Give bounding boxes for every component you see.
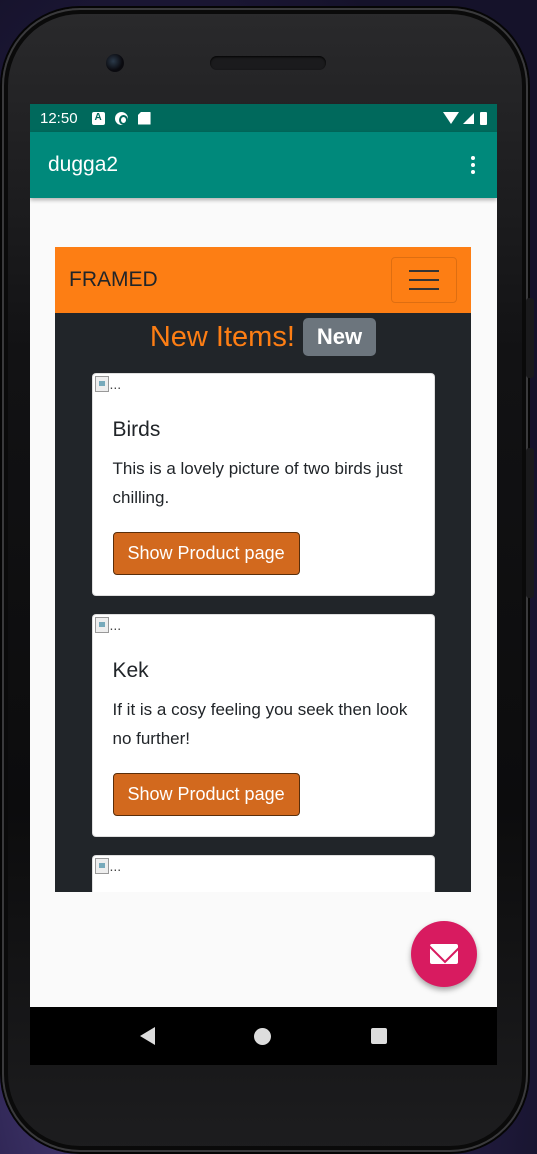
image-alt-text: ... <box>109 617 122 633</box>
show-product-button[interactable]: Show Product page <box>112 773 300 816</box>
overflow-menu-icon[interactable] <box>467 152 479 178</box>
power-button <box>526 298 534 378</box>
broken-image-icon <box>94 376 109 392</box>
signal-icon <box>463 112 474 124</box>
earpiece-speaker <box>210 56 326 70</box>
screen: 12:50 dugga2 FRAMED New Items! New <box>30 104 497 1007</box>
app-bar: dugga2 <box>30 132 497 198</box>
status-bar: 12:50 <box>30 104 497 132</box>
heading-row: New Items! New <box>55 315 471 359</box>
a-notification-icon <box>91 111 105 125</box>
wifi-icon <box>443 112 459 124</box>
card-text: If it is a cosy feeling you seek then lo… <box>112 700 408 748</box>
product-card: ... <box>91 855 435 892</box>
front-camera <box>106 54 124 72</box>
battery-icon <box>480 111 487 125</box>
broken-image: ... <box>93 856 434 880</box>
recents-icon[interactable] <box>371 1028 388 1044</box>
p-notification-icon <box>114 111 128 125</box>
mail-icon <box>430 944 458 964</box>
broken-image-icon <box>94 617 109 633</box>
broken-image: ... <box>93 374 434 398</box>
product-card: ... Kek If it is a cosy feeling you seek… <box>91 614 435 837</box>
app-title: dugga2 <box>48 153 119 176</box>
page-heading: New Items! <box>149 320 295 353</box>
card-text: This is a lovely picture of two birds ju… <box>112 459 403 507</box>
card-title: Birds <box>112 418 161 441</box>
webview[interactable]: FRAMED New Items! New ... Birds This is … <box>55 247 471 892</box>
home-icon[interactable] <box>254 1027 272 1045</box>
hamburger-menu-icon[interactable] <box>391 257 457 303</box>
show-product-button[interactable]: Show Product page <box>112 532 300 575</box>
site-brand[interactable]: FRAMED <box>69 268 158 292</box>
new-badge: New <box>302 318 377 356</box>
image-alt-text: ... <box>109 858 122 874</box>
card-title: Kek <box>112 659 149 682</box>
product-card: ... Birds This is a lovely picture of tw… <box>91 373 435 596</box>
broken-image: ... <box>93 615 434 639</box>
sd-card-icon <box>137 111 151 125</box>
card-body: Kek If it is a cosy feeling you seek the… <box>93 639 434 836</box>
volume-button <box>526 448 534 598</box>
product-list: ... Birds This is a lovely picture of tw… <box>55 373 471 892</box>
image-alt-text: ... <box>109 376 122 392</box>
mail-fab-button[interactable] <box>411 921 477 987</box>
system-nav-bar <box>30 1007 497 1065</box>
site-navbar: FRAMED <box>55 247 471 313</box>
back-icon[interactable] <box>139 1027 155 1045</box>
card-body: Birds This is a lovely picture of two bi… <box>93 398 434 595</box>
broken-image-icon <box>94 858 109 874</box>
status-time: 12:50 <box>40 109 78 127</box>
